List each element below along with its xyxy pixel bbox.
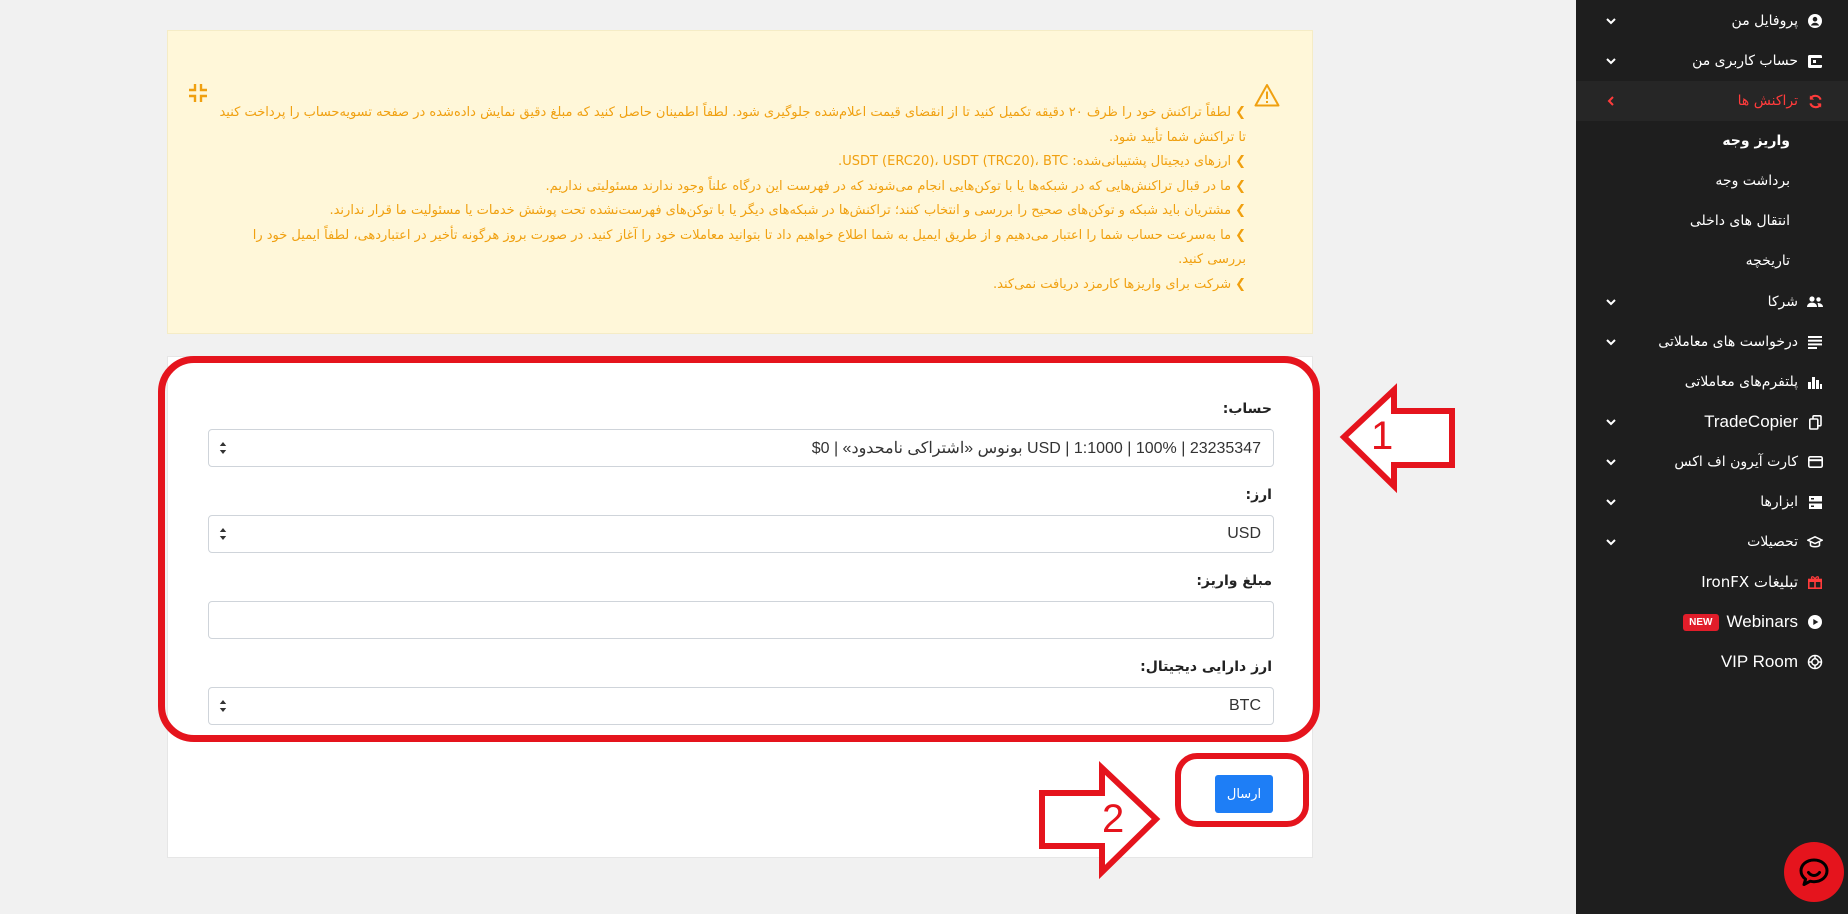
notice-list: ❯لطفاً تراکنش خود را ظرف ۲۰ دقیقه تکمیل … bbox=[216, 101, 1246, 297]
notice-item: ❯ارزهای دیجیتال پشتیبانی‌شده: USDT (ERC2… bbox=[216, 150, 1246, 175]
new-badge: NEW bbox=[1683, 613, 1719, 631]
sidebar-item-tradecopier[interactable]: TradeCopier bbox=[1576, 402, 1848, 442]
sidebar-item-profile[interactable]: پروفایل من bbox=[1576, 1, 1848, 41]
chevron-down-icon bbox=[1606, 419, 1616, 426]
bar-chart-icon bbox=[1806, 373, 1824, 391]
sidebar-subitem-label: برداشت وجه bbox=[1715, 173, 1790, 189]
sidebar-item-vip-room[interactable]: VIP Room bbox=[1576, 642, 1848, 682]
amount-input[interactable] bbox=[209, 602, 1273, 638]
list-icon bbox=[1806, 333, 1824, 351]
sidebar-item-label: پلتفرم‌های معاملاتی bbox=[1684, 374, 1798, 390]
sidebar-item-label: درخواست های معاملاتی bbox=[1658, 334, 1798, 350]
currency-select-value: USD bbox=[1227, 525, 1261, 542]
annotation-step-1: 1 bbox=[1371, 414, 1394, 458]
sidebar-subitem-history[interactable]: تاریخچه bbox=[1576, 244, 1848, 278]
sidebar-item-webinars[interactable]: Webinars NEW bbox=[1576, 602, 1848, 642]
sidebar-item-label: Webinars bbox=[1726, 612, 1799, 631]
amount-label: مبلغ واریز: bbox=[1196, 573, 1272, 589]
notice-item: ❯مشتریان باید شبکه و توکن‌های صحیح را بر… bbox=[216, 199, 1246, 224]
sidebar-item-ironfx-promotions[interactable]: تبلیغات IronFX bbox=[1576, 562, 1848, 602]
graduation-cap-icon bbox=[1806, 533, 1824, 551]
account-label: حساب: bbox=[1222, 401, 1272, 417]
sidebar-item-label: شرکا bbox=[1767, 294, 1798, 310]
sidebar-subitem-deposit[interactable]: واریز وجه bbox=[1576, 124, 1848, 158]
chevron-down-icon bbox=[1606, 339, 1616, 346]
currency-label: ارز: bbox=[1245, 487, 1272, 503]
sidebar-item-label: TradeCopier bbox=[1704, 412, 1798, 431]
wallet-icon bbox=[1806, 52, 1824, 70]
chevron-down-icon bbox=[1606, 58, 1616, 65]
select-arrows-icon bbox=[219, 442, 227, 454]
copy-icon bbox=[1806, 413, 1824, 431]
bullet-icon: ❯ bbox=[1235, 105, 1246, 120]
credit-card-icon bbox=[1806, 453, 1824, 471]
sidebar-subitem-label: واریز وجه bbox=[1722, 133, 1790, 149]
deposit-form: حساب: 23235347 | 100% | 1:1000 | USD بون… bbox=[167, 356, 1313, 858]
sidebar-item-trading-platforms[interactable]: پلتفرم‌های معاملاتی bbox=[1576, 362, 1848, 402]
chevron-down-icon bbox=[1606, 539, 1616, 546]
sidebar-item-transactions[interactable]: تراکنش ها bbox=[1576, 81, 1848, 121]
deposit-notice: ❯لطفاً تراکنش خود را ظرف ۲۰ دقیقه تکمیل … bbox=[167, 30, 1313, 334]
submit-button[interactable]: ارسال bbox=[1215, 775, 1273, 813]
sidebar-item-label: کارت آیرون اف اکس bbox=[1674, 454, 1798, 470]
notice-item: ❯ما در قبال تراکنش‌هایی که در شبکه‌ها یا… bbox=[216, 175, 1246, 200]
sidebar-item-label: VIP Room bbox=[1720, 652, 1798, 671]
sidebar-subitem-label: انتقال های داخلی bbox=[1689, 213, 1790, 229]
chevron-down-icon bbox=[1606, 499, 1616, 506]
chevron-down-icon bbox=[1606, 459, 1616, 466]
sidebar-item-trading-requests[interactable]: درخواست های معاملاتی bbox=[1576, 322, 1848, 362]
user-circle-icon bbox=[1806, 12, 1824, 30]
bullet-icon: ❯ bbox=[1235, 276, 1246, 292]
bullet-icon: ❯ bbox=[1235, 154, 1246, 169]
notice-item: ❯لطفاً تراکنش خود را ظرف ۲۰ دقیقه تکمیل … bbox=[216, 101, 1246, 150]
tools-icon bbox=[1806, 493, 1824, 511]
account-select[interactable]: 23235347 | 100% | 1:1000 | USD بونوس «اش… bbox=[208, 429, 1274, 467]
sidebar: پروفایل من حساب کاربری من تراکنش ها واری… bbox=[1576, 0, 1848, 914]
sidebar-item-label: تبلیغات IronFX bbox=[1701, 573, 1798, 591]
currency-select[interactable]: USD bbox=[208, 515, 1274, 553]
collapse-icon[interactable] bbox=[188, 83, 208, 103]
sidebar-item-tools[interactable]: ابزارها bbox=[1576, 482, 1848, 522]
select-arrows-icon bbox=[219, 528, 227, 540]
chevron-down-icon bbox=[1606, 299, 1616, 306]
sidebar-item-label: ابزارها bbox=[1760, 494, 1798, 510]
notice-item: ❯شرکت برای واریزها کارمزد دریافت نمی‌کند… bbox=[216, 273, 1246, 298]
users-icon bbox=[1806, 293, 1824, 311]
vip-icon bbox=[1806, 653, 1824, 671]
bullet-icon: ❯ bbox=[1235, 203, 1246, 218]
sidebar-item-my-account[interactable]: حساب کاربری من bbox=[1576, 41, 1848, 81]
bullet-icon: ❯ bbox=[1235, 227, 1246, 243]
sidebar-item-label: پروفایل من bbox=[1731, 13, 1798, 29]
chat-icon bbox=[1799, 858, 1829, 886]
crypto-select[interactable]: BTC bbox=[208, 687, 1274, 725]
crypto-select-value: BTC bbox=[1229, 697, 1261, 714]
bullet-icon: ❯ bbox=[1235, 178, 1246, 194]
chevron-down-icon bbox=[1606, 18, 1616, 25]
sidebar-item-label: تراکنش ها bbox=[1737, 93, 1798, 109]
sidebar-subitem-internal-transfer[interactable]: انتقال های داخلی bbox=[1576, 204, 1848, 238]
gift-icon bbox=[1806, 573, 1824, 591]
sidebar-subitem-withdraw[interactable]: برداشت وجه bbox=[1576, 164, 1848, 198]
chevron-left-icon bbox=[1607, 96, 1614, 106]
select-arrows-icon bbox=[219, 700, 227, 712]
sidebar-item-ironfx-card[interactable]: کارت آیرون اف اکس bbox=[1576, 442, 1848, 482]
sidebar-item-education[interactable]: تحصیلات bbox=[1576, 522, 1848, 562]
refresh-icon bbox=[1806, 92, 1824, 110]
sidebar-subitem-label: تاریخچه bbox=[1745, 253, 1790, 269]
account-select-value: 23235347 | 100% | 1:1000 | USD بونوس «اش… bbox=[811, 440, 1261, 457]
sidebar-item-partners[interactable]: شرکا bbox=[1576, 282, 1848, 322]
alert-triangle-icon bbox=[1254, 84, 1280, 107]
amount-field-wrapper bbox=[208, 601, 1274, 639]
annotation-arrow-left-icon bbox=[1339, 383, 1455, 494]
live-chat-button[interactable] bbox=[1784, 842, 1844, 902]
sidebar-item-label: تحصیلات bbox=[1747, 534, 1798, 550]
crypto-label: ارز دارایی دیجیتال: bbox=[1140, 659, 1272, 675]
sidebar-item-label: حساب کاربری من bbox=[1692, 53, 1798, 69]
play-icon bbox=[1806, 613, 1824, 631]
notice-item: ❯ما به‌سرعت حساب شما را اعتبار می‌دهیم و… bbox=[216, 224, 1246, 273]
